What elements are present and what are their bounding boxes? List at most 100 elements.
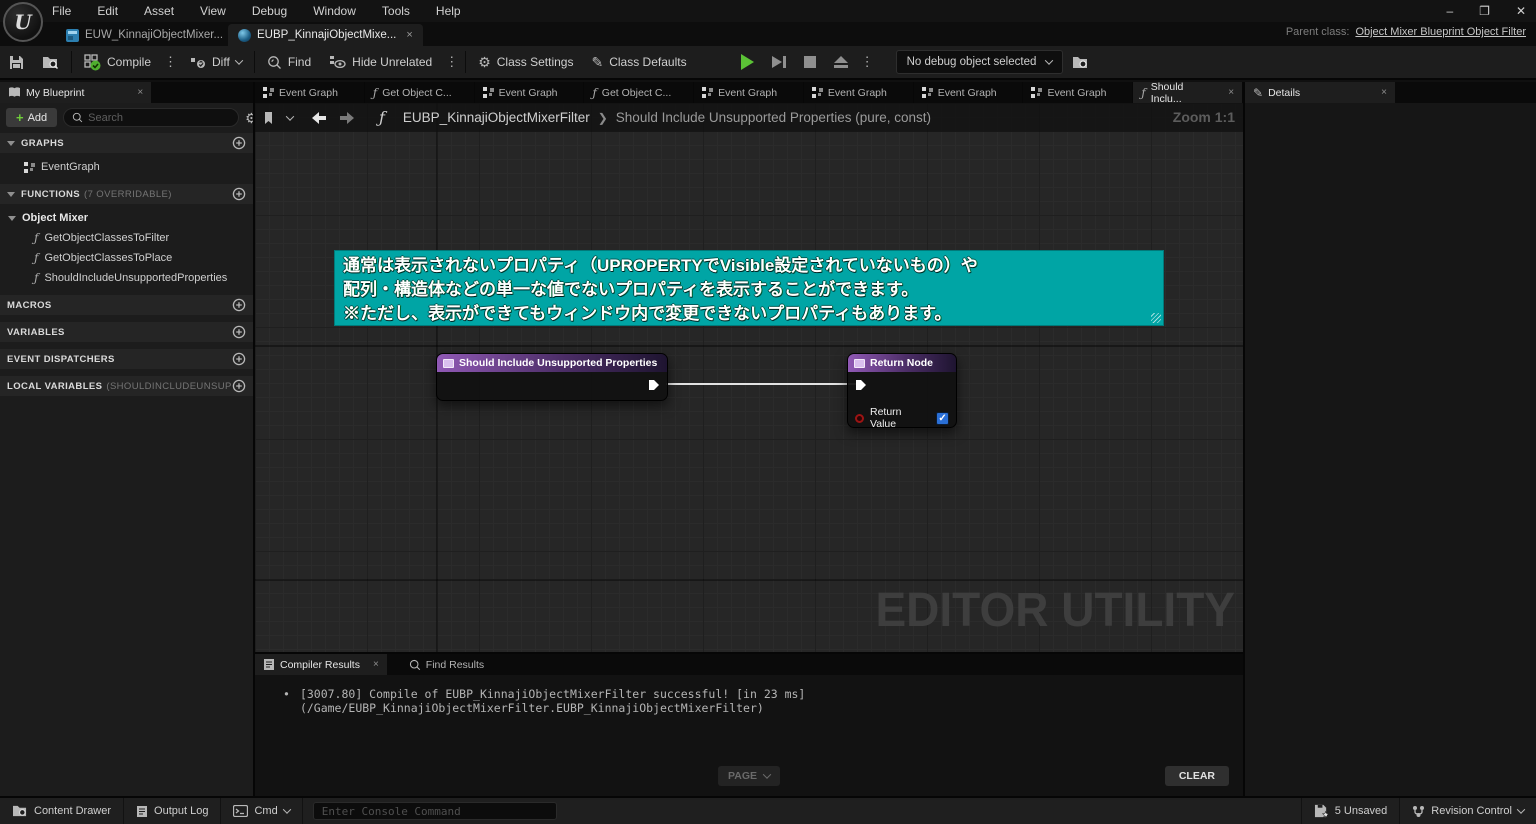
save-button[interactable] <box>0 46 33 78</box>
parent-class-link[interactable]: Object Mixer Blueprint Object Filter <box>1355 26 1526 38</box>
stop-button[interactable] <box>795 46 825 78</box>
find-button[interactable]: Find <box>258 46 320 78</box>
unsaved-label: 5 Unsaved <box>1335 805 1388 817</box>
add-event-dispatcher-icon[interactable] <box>232 352 246 366</box>
section-event-dispatchers[interactable]: EVENT DISPATCHERS <box>0 349 253 369</box>
chevron-down-icon[interactable] <box>286 112 294 120</box>
add-button[interactable]: + Add <box>6 108 57 127</box>
node-header[interactable]: Return Node <box>848 354 956 372</box>
tab-compiler-results[interactable]: Compiler Results × <box>255 654 387 675</box>
function-item-getobjectclassestofilter[interactable]: ƒ GetObjectClassesToFilter <box>0 228 253 248</box>
function-item-shouldincludeunsupportedproperties[interactable]: ƒ ShouldIncludeUnsupportedProperties <box>0 268 253 288</box>
tab-find-results[interactable]: Find Results <box>401 654 492 675</box>
graph-tab-event-graph-3[interactable]: Event Graph <box>694 82 804 103</box>
close-tab-icon[interactable]: × <box>406 29 412 41</box>
content-drawer-button[interactable]: Content Drawer <box>0 798 124 824</box>
back-arrow-icon[interactable] <box>309 111 329 125</box>
tab-eubp-kinnaji-object-mixer[interactable]: EUBP_KinnajiObjectMixe... × <box>228 24 423 46</box>
section-graphs[interactable]: GRAPHS <box>0 133 253 153</box>
class-settings-button[interactable]: ⚙ Class Settings <box>469 46 582 78</box>
graph-tab-get-object-1[interactable]: ƒ Get Object C... <box>365 82 475 103</box>
graph-tab-event-graph-4[interactable]: Event Graph <box>804 82 914 103</box>
return-node[interactable]: Return Node Return Value ✓ <box>847 353 957 428</box>
hide-unrelated-button[interactable]: Hide Unrelated <box>320 46 441 78</box>
section-functions[interactable]: FUNCTIONS (7 OVERRIDABLE) <box>0 184 253 204</box>
panel-settings-gear-icon[interactable]: ⚙ <box>245 111 253 125</box>
menu-window[interactable]: Window <box>313 4 356 18</box>
graph-tab-event-graph-6[interactable]: Event Graph <box>1023 82 1133 103</box>
graph-item-eventgraph[interactable]: EventGraph <box>0 157 253 177</box>
cmd-dropdown[interactable]: Cmd <box>221 798 302 824</box>
menu-view[interactable]: View <box>200 4 226 18</box>
menu-file[interactable]: File <box>52 4 71 18</box>
debug-object-dropdown[interactable]: No debug object selected <box>896 50 1064 74</box>
add-macro-icon[interactable] <box>232 298 246 312</box>
play-options-icon[interactable]: ⋮ <box>857 54 878 70</box>
unsaved-assets-button[interactable]: 5 Unsaved <box>1301 798 1400 824</box>
compile-button[interactable]: Compile <box>75 46 160 78</box>
close-window-button[interactable]: ✕ <box>1516 4 1526 18</box>
restore-button[interactable]: ❐ <box>1479 4 1490 18</box>
console-command-field[interactable] <box>313 802 557 820</box>
play-button[interactable] <box>732 46 763 78</box>
add-function-icon[interactable] <box>232 187 246 201</box>
revision-control-button[interactable]: Revision Control <box>1399 798 1536 824</box>
comment-resize-handle[interactable] <box>1151 313 1161 323</box>
comment-node[interactable]: 通常は表示されないプロパティ（UPROPERTYでVisible設定されていない… <box>334 250 1164 326</box>
class-defaults-button[interactable]: ✎ Class Defaults <box>582 46 695 78</box>
menu-asset[interactable]: Asset <box>144 4 174 18</box>
menu-edit[interactable]: Edit <box>97 4 118 18</box>
section-macros[interactable]: MACROS <box>0 295 253 315</box>
clear-button[interactable]: CLEAR <box>1165 766 1229 786</box>
boolean-pin-icon[interactable] <box>855 414 864 423</box>
output-log-button[interactable]: Output Log <box>124 798 221 824</box>
tab-my-blueprint[interactable]: My Blueprint × <box>0 82 151 103</box>
diff-button[interactable]: Diff <box>181 46 251 78</box>
forward-arrow-icon[interactable] <box>337 111 357 125</box>
breadcrumb-root[interactable]: EUBP_KinnajiObjectMixerFilter <box>403 110 590 125</box>
browse-asset-button[interactable] <box>33 46 68 78</box>
compiler-log-entry[interactable]: • [3007.80] Compile of EUBP_KinnajiObjec… <box>283 687 1243 715</box>
close-tab-icon[interactable]: × <box>1228 87 1234 98</box>
section-local-variables[interactable]: LOCAL VARIABLES (SHOULDINCLUDEUNSUPPORTE… <box>0 376 253 396</box>
graph-tab-event-graph-5[interactable]: Event Graph <box>914 82 1024 103</box>
graph-tab-get-object-2[interactable]: ƒ Get Object C... <box>584 82 694 103</box>
add-graph-icon[interactable] <box>232 136 246 150</box>
blueprint-search[interactable] <box>63 108 239 127</box>
exec-output-pin[interactable] <box>648 379 660 391</box>
close-tab-icon[interactable]: × <box>1381 87 1387 98</box>
compile-options-icon[interactable]: ⋮ <box>160 54 181 70</box>
page-dropdown[interactable]: PAGE <box>718 766 780 786</box>
function-item-getobjectclassestoplace[interactable]: ƒ GetObjectClassesToPlace <box>0 248 253 268</box>
blueprint-graph-canvas[interactable]: ƒ EUBP_KinnajiObjectMixerFilter ❯ Should… <box>255 103 1243 652</box>
browse-debug-object-button[interactable] <box>1063 46 1098 78</box>
console-command-input[interactable] <box>322 805 548 818</box>
close-panel-icon[interactable]: × <box>137 87 143 98</box>
minimize-button[interactable]: – <box>1446 4 1453 18</box>
logo-letter: U <box>14 10 31 34</box>
graph-editor-area: Event Graph ƒ Get Object C... Event Grap… <box>255 82 1245 796</box>
graph-tab-should-include-active[interactable]: ƒ Should Inclu... × <box>1133 82 1243 103</box>
hide-unrelated-options-icon[interactable]: ⋮ <box>441 54 462 70</box>
return-value-checkbox[interactable]: ✓ <box>936 412 949 425</box>
eject-button[interactable] <box>825 46 857 78</box>
graph-tab-event-graph-2[interactable]: Event Graph <box>475 82 585 103</box>
tab-details[interactable]: ✎ Details × <box>1245 82 1395 103</box>
menu-help[interactable]: Help <box>436 4 461 18</box>
menu-debug[interactable]: Debug <box>252 4 287 18</box>
frame-skip-button[interactable] <box>763 46 795 78</box>
bookmark-icon[interactable] <box>263 111 279 125</box>
function-entry-node[interactable]: Should Include Unsupported Properties <box>436 353 668 401</box>
add-variable-icon[interactable] <box>232 325 246 339</box>
close-tab-icon[interactable]: × <box>373 659 379 670</box>
node-header[interactable]: Should Include Unsupported Properties <box>437 354 667 372</box>
exec-input-pin[interactable] <box>855 379 867 391</box>
menu-tools[interactable]: Tools <box>382 4 410 18</box>
add-local-variable-icon[interactable] <box>232 379 246 393</box>
graph-tab-event-graph-1[interactable]: Event Graph <box>255 82 365 103</box>
section-variables[interactable]: VARIABLES <box>0 322 253 342</box>
category-object-mixer[interactable]: Object Mixer <box>0 208 253 228</box>
search-input[interactable] <box>88 112 230 124</box>
tab-euw-kinnaji-object-mixer[interactable]: EUW_KinnajiObjectMixer... <box>56 24 233 46</box>
content-drawer-label: Content Drawer <box>34 805 111 817</box>
